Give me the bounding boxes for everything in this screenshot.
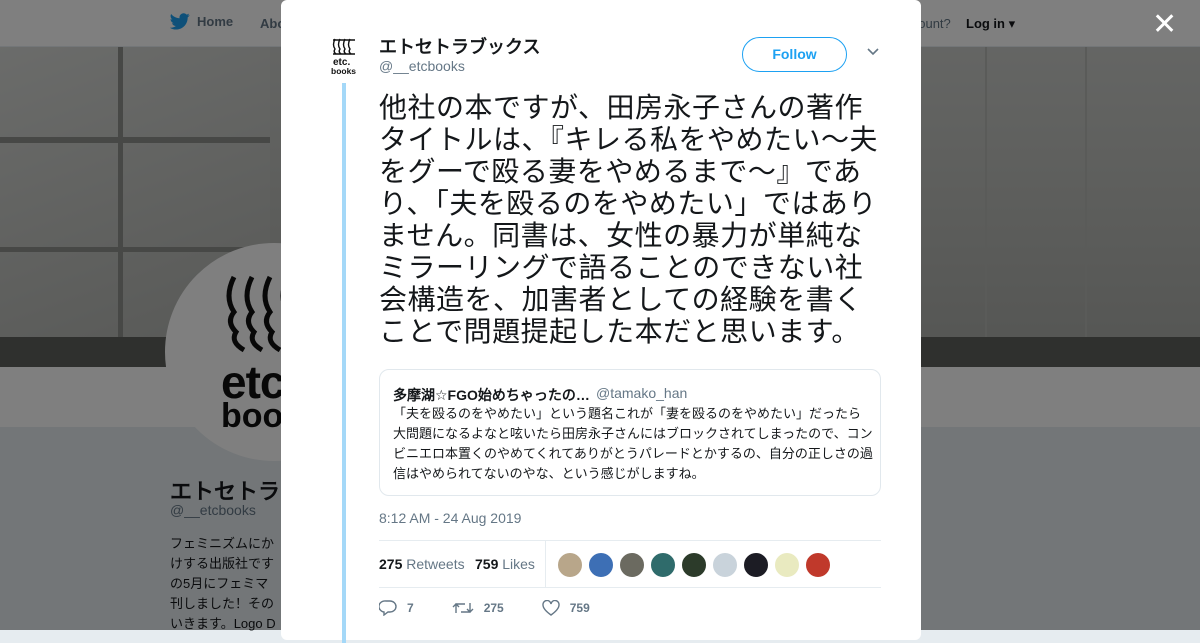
author-handle[interactable]: @__etcbooks <box>379 58 465 74</box>
heart-icon <box>542 600 560 616</box>
likes-stat[interactable]: 759 Likes <box>475 556 535 572</box>
retweet-icon <box>452 603 474 613</box>
like-button[interactable]: 759 <box>542 600 590 616</box>
like-count: 759 <box>569 601 590 615</box>
liker-avatar[interactable] <box>681 552 707 578</box>
quoted-tweet-text: 「夫を殴るのをやめたい」という題名これが「妻を殴るのをやめたい」だったら大問題に… <box>393 406 873 481</box>
tweet-timestamp[interactable]: 8:12 AM - 24 Aug 2019 <box>379 510 521 526</box>
liker-avatar[interactable] <box>805 552 831 578</box>
follow-button[interactable]: Follow <box>742 37 847 72</box>
liker-avatar[interactable] <box>774 552 800 578</box>
liker-avatar[interactable] <box>619 552 645 578</box>
tweet-modal: etc. books エトセトラブックス @__etcbooks Follow … <box>281 0 921 643</box>
reply-icon <box>379 600 397 616</box>
author-avatar-text-books: books <box>331 66 356 75</box>
retweet-count: 275 <box>483 601 504 615</box>
liker-avatar[interactable] <box>743 552 769 578</box>
tweet-stats: 275 Retweets 759 Likes <box>379 540 881 588</box>
retweets-label: Retweets <box>406 556 465 572</box>
reply-button[interactable]: 7 <box>379 600 414 616</box>
retweets-stat[interactable]: 275 Retweets <box>379 556 465 572</box>
retweets-count: 275 <box>379 556 403 572</box>
retweet-button[interactable]: 275 <box>452 600 504 616</box>
liker-avatar[interactable] <box>650 552 676 578</box>
liker-avatar[interactable] <box>712 552 738 578</box>
chevron-down-icon[interactable] <box>866 45 880 59</box>
liker-avatar[interactable] <box>588 552 614 578</box>
thread-line <box>342 83 346 643</box>
quoted-tweet-author-handle: @tamako_han <box>596 385 688 401</box>
tweet-text: 他社の本ですが、田房永子さんの著作タイトルは、『キレる私をやめたい〜夫をグーで殴… <box>379 92 879 347</box>
author-name[interactable]: エトセトラブックス <box>379 33 540 59</box>
tweet-actions: 7 275 759 <box>379 600 628 616</box>
liker-avatars <box>557 552 831 578</box>
author-avatar[interactable]: etc. books <box>331 37 359 75</box>
close-icon[interactable]: ✕ <box>1152 10 1177 40</box>
quoted-tweet-author-name: 多摩湖☆FGO始めちゃったの… <box>393 387 590 403</box>
reply-count: 7 <box>407 601 414 615</box>
quoted-tweet[interactable]: 多摩湖☆FGO始めちゃったの… @tamako_han 「夫を殴るのをやめたい」… <box>379 369 881 496</box>
likes-label: Likes <box>502 556 535 572</box>
likes-count: 759 <box>475 556 499 572</box>
liker-avatar[interactable] <box>557 552 583 578</box>
